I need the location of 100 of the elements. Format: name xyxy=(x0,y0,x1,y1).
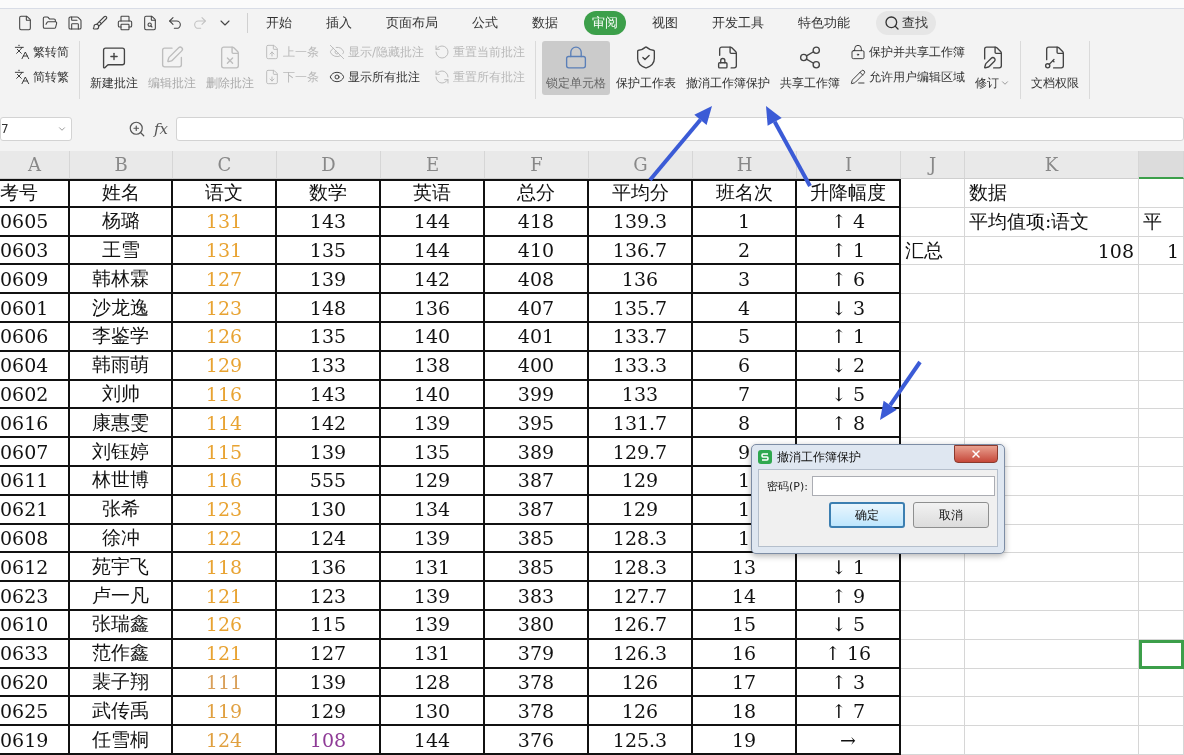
menu-tab[interactable]: 开始 xyxy=(258,10,300,35)
table-cell: 142 xyxy=(381,265,485,295)
ribbon-button[interactable]: 繁转简 xyxy=(10,42,73,62)
table-cell: 378 xyxy=(485,697,589,727)
empty-cell xyxy=(901,265,965,295)
file-down-icon xyxy=(264,69,280,85)
name-box[interactable]: 7 xyxy=(0,117,72,142)
table-cell: 126 xyxy=(173,323,277,352)
menu-tab[interactable]: 数据 xyxy=(524,10,566,35)
table-cell: 16 xyxy=(693,639,797,669)
selected-cell[interactable] xyxy=(1139,639,1184,669)
menu-tab[interactable]: 特色功能 xyxy=(790,10,858,35)
table-cell: 144 xyxy=(381,726,485,755)
ribbon-button[interactable]: 锁定单元格 xyxy=(542,40,611,95)
table-cell: 385 xyxy=(485,553,589,583)
table-cell: 英语 xyxy=(381,179,485,208)
table-cell: 苑宇飞 xyxy=(70,553,173,583)
table-cell: 387 xyxy=(485,495,589,525)
ribbon-button[interactable]: 简转繁 xyxy=(10,67,73,87)
menu-tab[interactable]: 公式 xyxy=(464,10,506,35)
table-cell: 144 xyxy=(381,236,485,266)
table-cell: ↑ 6 xyxy=(797,265,901,295)
column-header[interactable] xyxy=(1139,151,1184,180)
table-cell: 刘帅 xyxy=(70,380,173,410)
table-cell: 128 xyxy=(381,668,485,698)
table-cell: 19 xyxy=(693,726,797,755)
ribbon-button[interactable]: 撤消工作簿保护 xyxy=(682,40,775,95)
ribbon-button[interactable]: 保护并共享工作簿 xyxy=(846,42,970,62)
table-cell: 111 xyxy=(173,668,277,698)
password-field[interactable] xyxy=(811,476,995,497)
table-cell: 康惠雯 xyxy=(70,409,173,439)
ribbon-button[interactable]: 新建批注 xyxy=(86,40,142,95)
table-cell: 135.7 xyxy=(589,294,693,324)
empty-cell xyxy=(1139,438,1184,468)
table-cell: 裴子翔 xyxy=(70,668,173,698)
ribbon-button[interactable]: 共享工作簿 xyxy=(776,40,845,95)
zoom-icon[interactable] xyxy=(128,120,146,139)
table-cell: 143 xyxy=(277,380,381,410)
table-cell: 129 xyxy=(381,467,485,496)
table-cell: 徐冲 xyxy=(70,524,173,554)
menu-tab[interactable]: 插入 xyxy=(318,10,360,35)
dialog-button[interactable]: 取消 xyxy=(913,502,989,529)
table-cell: 135 xyxy=(381,438,485,468)
refresh-icon xyxy=(434,69,451,85)
empty-cell xyxy=(1139,524,1184,554)
table-cell: 407 xyxy=(485,294,589,324)
search-button[interactable]: 查找 xyxy=(876,10,936,35)
ribbon-button[interactable]: 修订 xyxy=(971,40,1015,95)
table-cell: 韩雨萌 xyxy=(70,351,173,381)
table-cell: 139.3 xyxy=(589,207,693,237)
dialog-button[interactable]: 确定 xyxy=(829,502,905,529)
table-cell: ↓ 5 xyxy=(797,611,901,640)
close-button[interactable] xyxy=(954,445,998,464)
table-cell: 131 xyxy=(381,639,485,669)
ribbon-button[interactable]: 文档权限 xyxy=(1027,40,1084,95)
table-cell: 143 xyxy=(277,207,381,237)
table-cell: 379 xyxy=(485,639,589,669)
table-cell: 135 xyxy=(277,236,381,266)
empty-cell xyxy=(901,668,965,698)
table-cell: 136 xyxy=(589,265,693,295)
table-cell: 139 xyxy=(381,611,485,640)
comment-add-icon xyxy=(100,44,128,70)
empty-cell xyxy=(1139,380,1184,410)
table-cell: 126 xyxy=(589,697,693,727)
empty-cell xyxy=(1139,294,1184,324)
table-cell: 399 xyxy=(485,380,589,410)
empty-cell xyxy=(1139,467,1184,496)
function-label[interactable]: fx xyxy=(154,120,168,139)
table-cell: 116 xyxy=(173,380,277,410)
menu-tab[interactable]: 视图 xyxy=(644,10,686,35)
empty-cell xyxy=(901,639,965,669)
menu-tab[interactable]: 开发工具 xyxy=(704,10,772,35)
table-cell: 考号 xyxy=(0,179,70,208)
formula-field[interactable] xyxy=(176,117,1184,142)
empty-cell xyxy=(901,611,965,640)
table-cell: 121 xyxy=(173,582,277,612)
table-cell: 0601 xyxy=(0,294,70,324)
ribbon-button[interactable]: 保护工作表 xyxy=(612,40,681,95)
menu-tab[interactable]: 页面布局 xyxy=(378,10,446,35)
empty-cell xyxy=(1139,582,1184,612)
table-cell: 张希 xyxy=(70,495,173,525)
table-cell: 韩林霖 xyxy=(70,265,173,295)
table-cell: 387 xyxy=(485,467,589,496)
table-cell: 135 xyxy=(277,323,381,352)
table-cell: 班名次 xyxy=(693,179,797,208)
ribbon-button[interactable]: 允许用户编辑区域 xyxy=(846,67,970,87)
table-cell: 0625 xyxy=(0,697,70,727)
table-cell: 130 xyxy=(277,495,381,525)
app-icon xyxy=(758,450,772,465)
ribbon-button[interactable]: 显示所有批注 xyxy=(325,67,429,87)
table-cell: 385 xyxy=(485,524,589,554)
table-cell: 123 xyxy=(173,294,277,324)
table-cell: 0621 xyxy=(0,495,70,525)
table-cell: 平均值项:语文 xyxy=(965,207,1139,237)
table-cell: 0611 xyxy=(0,467,70,496)
eye-off-icon xyxy=(329,44,345,60)
table-cell: 395 xyxy=(485,409,589,439)
table-cell: 姓名 xyxy=(70,179,173,208)
table-cell: 134 xyxy=(381,495,485,525)
table-cell: 131.7 xyxy=(589,409,693,439)
